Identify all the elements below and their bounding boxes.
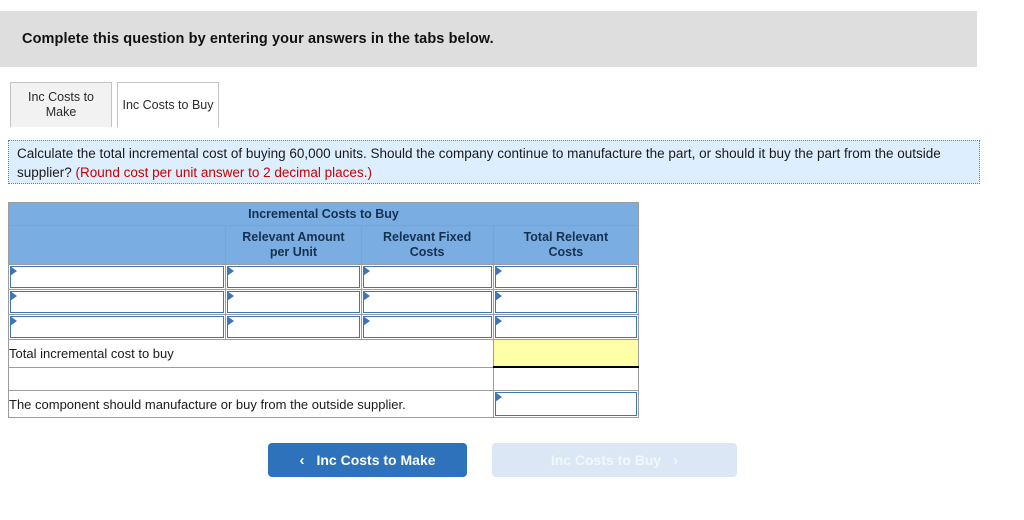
row1-fixed-input[interactable] <box>362 266 492 288</box>
table-row <box>7 314 640 340</box>
next-tab-button: Inc Costs to Buy › <box>492 443 737 477</box>
row3-unit-cell[interactable] <box>225 314 362 340</box>
tab-inc-costs-to-make[interactable]: Inc Costs to Make <box>10 82 112 128</box>
row2-unit-input[interactable] <box>227 291 360 313</box>
total-incremental-cost-label: Total incremental cost to buy <box>8 339 494 368</box>
conclusion-label: The component should manufacture or buy … <box>8 390 494 418</box>
tab-inc-costs-to-make-label: Inc Costs to Make <box>28 90 94 119</box>
conclusion-value-cell[interactable] <box>492 390 640 418</box>
column-header-relevant-fixed-costs: Relevant Fixed Costs <box>360 225 494 265</box>
row1-total-input[interactable] <box>494 266 637 288</box>
row2-fixed-input[interactable] <box>362 291 492 313</box>
column-header-relevant-amount-per-unit: Relevant Amount per Unit <box>225 225 362 265</box>
column-header-total-relevant-line1: Total Relevant <box>523 230 609 244</box>
next-tab-button-label: Inc Costs to Buy <box>550 452 662 468</box>
column-header-blank <box>7 225 227 265</box>
tab-inc-costs-to-buy[interactable]: Inc Costs to Buy <box>117 82 219 128</box>
column-header-relevant-fixed-line1: Relevant Fixed <box>383 230 472 244</box>
question-rounding-hint: (Round cost per unit answer to 2 decimal… <box>75 165 372 180</box>
row1-label-cell[interactable] <box>7 264 227 290</box>
tab-navigation-bar: ‹ Inc Costs to Make Inc Costs to Buy › <box>0 443 1024 479</box>
question-requirement-box: Calculate the total incremental cost of … <box>8 140 980 184</box>
tab-inc-costs-to-buy-label: Inc Costs to Buy <box>122 97 214 112</box>
row2-total-input[interactable] <box>494 291 637 313</box>
prev-tab-button-label: Inc Costs to Make <box>316 452 436 468</box>
question-text: Calculate the total incremental cost of … <box>17 144 969 182</box>
table-row <box>7 264 640 290</box>
table-title-row: Incremental Costs to Buy <box>8 202 639 226</box>
row1-unit-cell[interactable] <box>225 264 362 290</box>
row2-total-cell[interactable] <box>492 289 640 315</box>
conclusion-select-input[interactable] <box>494 392 637 416</box>
instruction-text: Complete this question by entering your … <box>22 31 494 47</box>
row2-unit-cell[interactable] <box>225 289 362 315</box>
total-incremental-cost-value[interactable] <box>492 339 640 368</box>
instruction-banner: Complete this question by entering your … <box>0 11 977 67</box>
row3-total-cell[interactable] <box>492 314 640 340</box>
row1-label-input[interactable] <box>10 266 225 288</box>
spacer-row <box>8 366 640 391</box>
table-row <box>7 289 640 315</box>
row3-label-cell[interactable] <box>7 314 227 340</box>
row2-label-input[interactable] <box>10 291 225 313</box>
conclusion-row: The component should manufacture or buy … <box>8 390 640 418</box>
row3-unit-input[interactable] <box>227 316 360 338</box>
column-header-relevant-amount-line1: Relevant Amount <box>242 230 345 244</box>
column-header-relevant-fixed-line2: Costs <box>409 245 445 259</box>
spacer-label-cell <box>8 366 494 391</box>
row3-total-input[interactable] <box>494 316 637 338</box>
table-header-row: Relevant Amount per Unit Relevant Fixed … <box>7 225 640 265</box>
table-title-cell: Incremental Costs to Buy <box>8 202 639 226</box>
row2-fixed-cell[interactable] <box>360 289 494 315</box>
tab-strip: Inc Costs to Make Inc Costs to Buy <box>0 82 1024 130</box>
row3-fixed-input[interactable] <box>362 316 492 338</box>
column-header-total-relevant-costs: Total Relevant Costs <box>492 225 640 265</box>
row3-fixed-cell[interactable] <box>360 314 494 340</box>
prev-tab-button[interactable]: ‹ Inc Costs to Make <box>268 443 467 477</box>
chevron-right-icon: › <box>673 451 679 469</box>
column-header-relevant-amount-line2: per Unit <box>269 245 318 259</box>
row3-label-input[interactable] <box>10 316 225 338</box>
row2-label-cell[interactable] <box>7 289 227 315</box>
row1-total-cell[interactable] <box>492 264 640 290</box>
incremental-costs-table: Incremental Costs to Buy Relevant Amount… <box>7 202 640 418</box>
row1-unit-input[interactable] <box>227 266 360 288</box>
chevron-left-icon: ‹ <box>299 451 305 469</box>
row1-fixed-cell[interactable] <box>360 264 494 290</box>
column-header-total-relevant-line2: Costs <box>548 245 584 259</box>
total-incremental-cost-row: Total incremental cost to buy <box>8 339 640 368</box>
spacer-value-cell <box>492 366 640 391</box>
